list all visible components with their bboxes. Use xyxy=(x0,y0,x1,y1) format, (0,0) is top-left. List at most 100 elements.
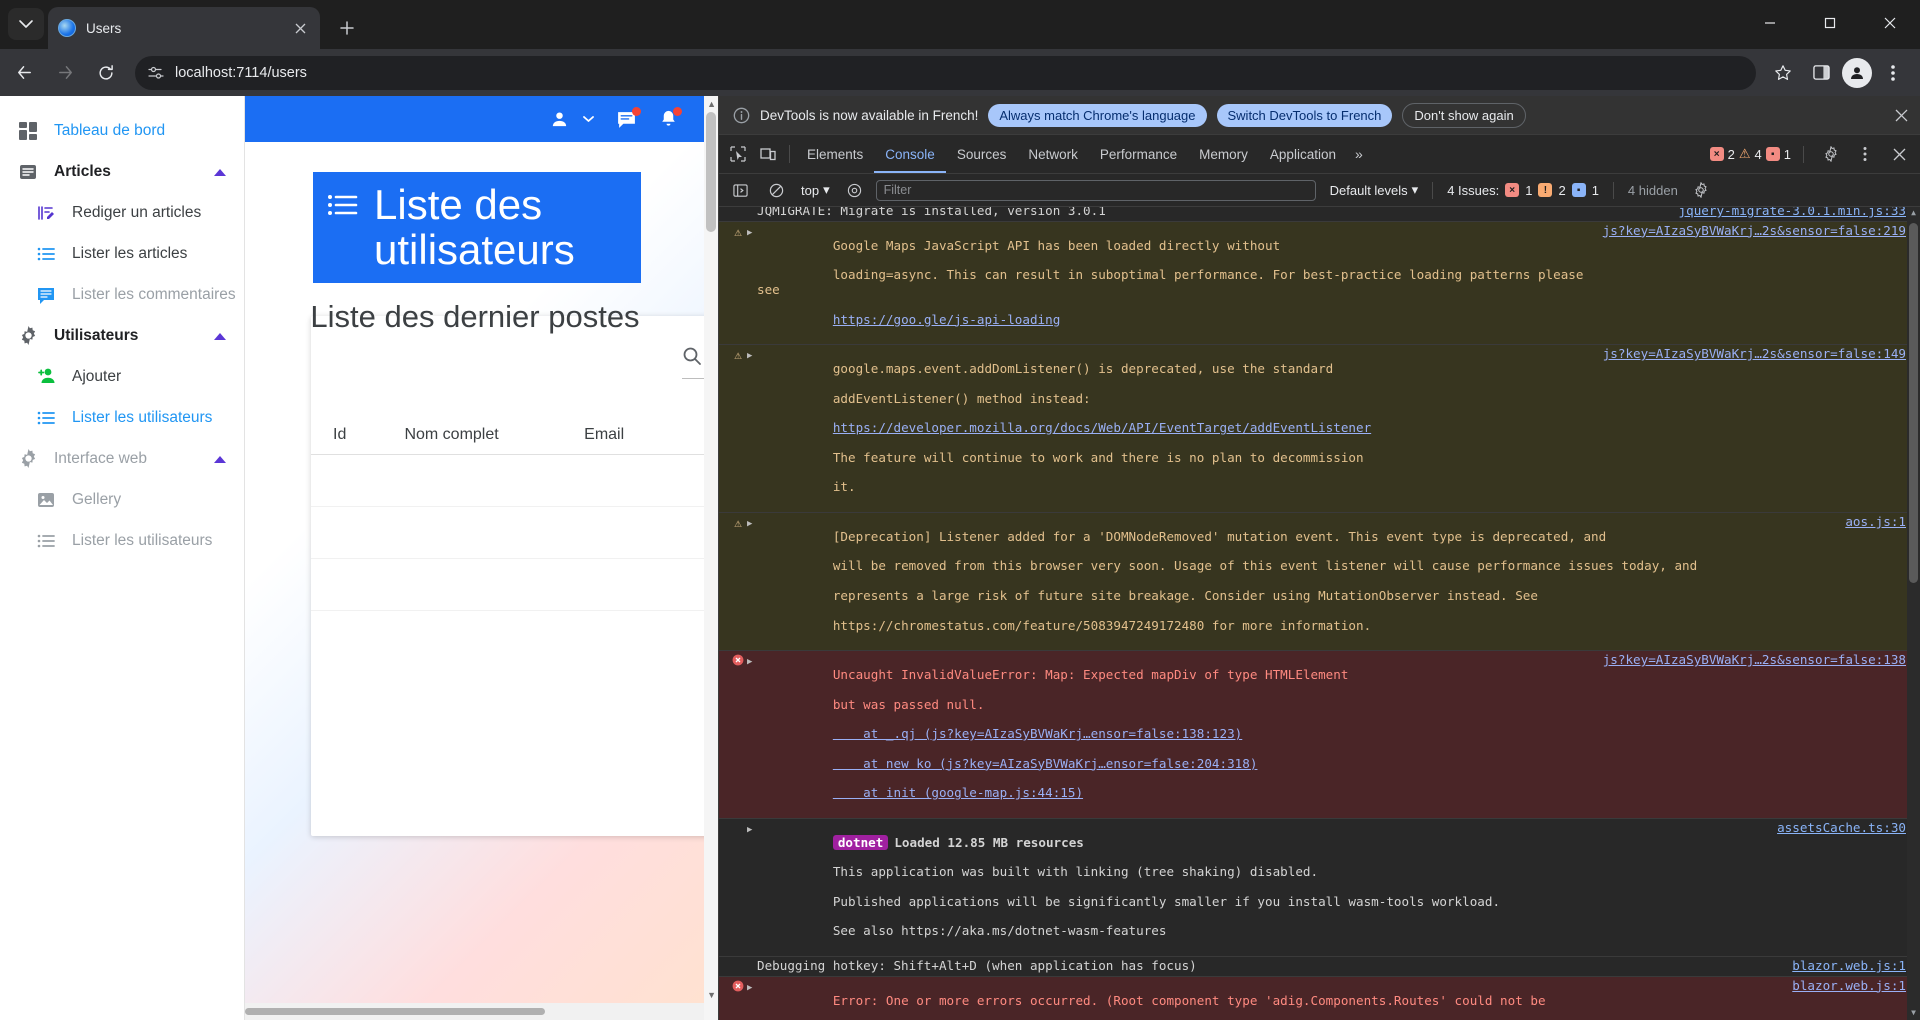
hidden-messages-count[interactable]: 4 hidden xyxy=(1628,183,1678,198)
notifications-button[interactable] xyxy=(659,107,682,129)
sidebar-item-lister-les-utilisateurs-web[interactable]: Lister les utilisateurs xyxy=(0,520,244,561)
browser-tab-users[interactable]: Users xyxy=(48,7,320,49)
new-tab-button[interactable] xyxy=(332,13,362,43)
profile-avatar[interactable] xyxy=(1842,57,1872,88)
always-match-language-button[interactable]: Always match Chrome's language xyxy=(988,103,1207,127)
console-message[interactable]: ⚠ ▶ Google Maps JavaScript API has been … xyxy=(719,221,1920,346)
chevron-up-icon[interactable] xyxy=(214,455,226,463)
console-message-list[interactable]: JQMIGRATE: Migrate is installed, version… xyxy=(719,207,1920,1020)
column-header-id[interactable]: Id xyxy=(311,416,397,455)
expand-arrow-icon[interactable]: ▶ xyxy=(747,347,757,510)
sidebar-item-rediger-un-articles[interactable]: Rediger un articles xyxy=(0,192,244,233)
console-scrollbar-thumb[interactable] xyxy=(1909,223,1918,583)
clear-console-icon[interactable] xyxy=(761,175,791,205)
log-levels-selector[interactable]: Default levels ▾ xyxy=(1330,182,1419,198)
console-message-source[interactable]: jquery-migrate-3.0.1.min.js:33 xyxy=(1679,207,1906,219)
switch-devtools-to-french-button[interactable]: Switch DevTools to French xyxy=(1216,103,1393,127)
sidebar-item-lister-les-commentaires[interactable]: Lister les commentaires xyxy=(0,274,244,315)
expand-arrow-icon[interactable]: ▶ xyxy=(747,224,757,342)
horizontal-scrollbar-thumb[interactable] xyxy=(245,1008,545,1015)
sidebar-item-lister-les-articles[interactable]: Lister les articles xyxy=(0,233,244,274)
console-message-source[interactable]: blazor.web.js:1 xyxy=(1792,958,1906,974)
console-message-source[interactable]: assetsCache.ts:30 xyxy=(1777,820,1906,836)
console-settings-gear-icon[interactable] xyxy=(1686,175,1716,205)
column-header-nom-complet[interactable]: Nom complet xyxy=(396,416,577,455)
kebab-menu-icon[interactable] xyxy=(1850,139,1880,169)
maximize-button[interactable] xyxy=(1800,0,1860,46)
console-stack-frame[interactable]: at new ko (js?key=AIzaSyBVWaKrj…ensor=fa… xyxy=(833,756,1257,771)
console-message-link[interactable]: https://goo.gle/js-api-loading xyxy=(833,312,1060,327)
table-row[interactable] xyxy=(311,454,718,507)
tab-memory[interactable]: Memory xyxy=(1188,135,1259,173)
expand-arrow-icon[interactable]: ▶ xyxy=(747,653,757,816)
console-message[interactable]: ▶ Uncaught InvalidValueError: Map: Expec… xyxy=(719,651,1920,819)
console-message[interactable]: Debugging hotkey: Shift+Alt+D (when appl… xyxy=(719,957,1920,977)
dont-show-again-button[interactable]: Don't show again xyxy=(1402,102,1526,128)
chevron-up-icon[interactable] xyxy=(214,332,226,340)
page-vertical-scrollbar-thumb[interactable] xyxy=(706,112,716,232)
expand-arrow-icon[interactable]: ▶ xyxy=(747,821,757,954)
scroll-up-icon[interactable]: ▲ xyxy=(707,99,716,109)
console-message-source[interactable]: aos.js:1 xyxy=(1845,514,1906,530)
address-bar[interactable]: localhost:7114/users xyxy=(135,55,1756,90)
tab-performance[interactable]: Performance xyxy=(1089,135,1188,173)
gear-icon[interactable] xyxy=(1816,139,1846,169)
horizontal-scrollbar-track[interactable] xyxy=(245,1003,718,1020)
error-count-badge[interactable]: × 2 xyxy=(1709,147,1735,162)
scroll-up-icon[interactable]: ▲ xyxy=(1907,207,1920,220)
console-message-text[interactable]: See also https://aka.ms/dotnet-wasm-feat… xyxy=(833,923,1167,939)
console-message-text[interactable]: https://chromestatus.com/feature/5083947… xyxy=(833,618,1371,633)
tab-search-button[interactable] xyxy=(8,8,44,40)
sidebar-item-articles[interactable]: Articles xyxy=(0,151,244,192)
console-scrollbar-track[interactable]: ▲ ▼ xyxy=(1907,207,1920,1020)
side-panel-icon[interactable] xyxy=(1804,56,1838,90)
console-message[interactable]: ▶ dotnet Loaded 12.85 MB resources This a… xyxy=(719,818,1920,958)
console-filter-input[interactable] xyxy=(875,179,1316,201)
tab-application[interactable]: Application xyxy=(1259,135,1347,173)
close-window-button[interactable] xyxy=(1860,0,1920,46)
table-row[interactable] xyxy=(311,558,718,611)
close-devtools-icon[interactable] xyxy=(1884,139,1914,169)
console-message[interactable]: ⚠ ▶ google.maps.event.addDomListener() i… xyxy=(719,345,1920,513)
close-banner-icon[interactable] xyxy=(1891,105,1912,126)
tab-console[interactable]: Console xyxy=(874,135,946,173)
column-header-email[interactable]: Email xyxy=(576,416,718,455)
console-stack-frame[interactable]: at _.qj (js?key=AIzaSyBVWaKrj…ensor=fals… xyxy=(833,726,1242,741)
execution-context-selector[interactable]: top ▾ xyxy=(797,182,834,198)
back-button[interactable] xyxy=(7,56,41,90)
minimize-button[interactable] xyxy=(1740,0,1800,46)
chevron-up-icon[interactable] xyxy=(214,168,226,176)
browser-menu-icon[interactable] xyxy=(1876,56,1910,90)
forward-button[interactable] xyxy=(48,56,82,90)
console-message-source[interactable]: js?key=AIzaSyBVWaKrj…2s&sensor=false:219 xyxy=(1603,223,1906,239)
close-icon[interactable] xyxy=(290,18,310,38)
page-vertical-scrollbar-track[interactable]: ▲ ▼ xyxy=(704,96,718,1020)
sidebar-item-tableau-de-bord[interactable]: Tableau de bord xyxy=(0,110,244,151)
console-message-source[interactable]: js?key=AIzaSyBVWaKrj…2s&sensor=false:149 xyxy=(1603,346,1906,362)
messages-button[interactable] xyxy=(616,106,641,130)
sidebar-item-gellery[interactable]: Gellery xyxy=(0,479,244,520)
sidebar-item-ajouter[interactable]: Ajouter xyxy=(0,356,244,397)
scroll-down-icon[interactable]: ▼ xyxy=(1907,1007,1920,1020)
account-menu[interactable] xyxy=(550,110,594,129)
issue-count-badge[interactable]: ▪ 1 xyxy=(1765,147,1791,162)
console-message-link[interactable]: https://developer.mozilla.org/docs/Web/A… xyxy=(833,420,1371,435)
expand-arrow-icon[interactable]: ▶ xyxy=(747,515,757,648)
warning-count-badge[interactable]: ⚠ 4 xyxy=(1739,146,1762,162)
tab-elements[interactable]: Elements xyxy=(796,135,874,173)
live-expression-icon[interactable] xyxy=(840,175,870,205)
tab-sources[interactable]: Sources xyxy=(946,135,1018,173)
tune-icon[interactable] xyxy=(143,60,169,86)
console-sidebar-icon[interactable] xyxy=(725,175,755,205)
sidebar-item-interface-web[interactable]: Interface web xyxy=(0,438,244,479)
console-message[interactable]: ▶ Error: One or more errors occurred. (R… xyxy=(719,976,1920,1020)
sidebar-item-utilisateurs[interactable]: Utilisateurs xyxy=(0,315,244,356)
scroll-down-icon[interactable]: ▼ xyxy=(707,990,716,1000)
sidebar-item-lister-les-utilisateurs[interactable]: Lister les utilisateurs xyxy=(0,397,244,438)
console-message-source[interactable]: js?key=AIzaSyBVWaKrj…2s&sensor=false:138 xyxy=(1603,652,1906,668)
console-message[interactable]: JQMIGRATE: Migrate is installed, version… xyxy=(719,207,1920,222)
expand-arrow-icon[interactable]: ▶ xyxy=(747,979,757,1020)
console-stack-frame[interactable]: at init (google-map.js:44:15) xyxy=(833,785,1083,800)
more-tabs-icon[interactable]: » xyxy=(1347,146,1371,162)
device-toolbar-icon[interactable] xyxy=(753,139,783,169)
